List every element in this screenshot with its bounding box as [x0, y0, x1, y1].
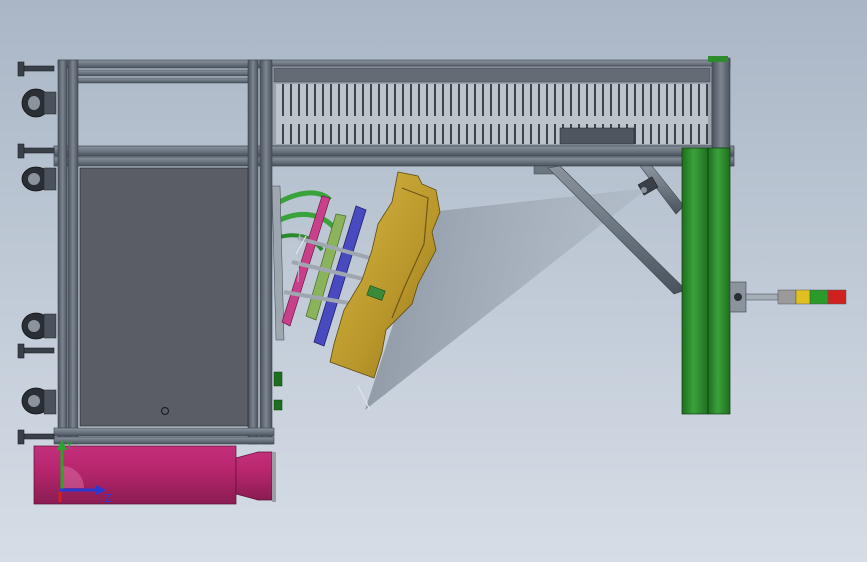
middle-post[interactable] [247, 59, 259, 445]
magenta-cylinder-nozzle[interactable] [235, 451, 273, 501]
mount-plate [271, 185, 285, 341]
green-column-right[interactable] [707, 147, 731, 415]
bracket-bolt-icon [734, 293, 742, 301]
housing-top-cover [273, 67, 711, 83]
z-axis-label: Z [104, 492, 112, 505]
right-top-post[interactable] [711, 57, 731, 149]
leveling-foot[interactable] [17, 61, 55, 445]
bottom-rail[interactable] [53, 427, 275, 437]
signal-tower-mount [745, 293, 779, 301]
control-button-1[interactable] [273, 371, 283, 387]
top-inner-rail-2[interactable] [77, 77, 249, 84]
sensor-box[interactable] [559, 127, 635, 145]
graphics-viewport[interactable]: Y Z [0, 0, 867, 562]
hose-2 [274, 211, 338, 232]
magenta-cylinder-flange [272, 452, 276, 502]
green-column-left[interactable] [681, 147, 709, 415]
left-post-outer[interactable] [57, 59, 68, 445]
left-post-inner[interactable] [67, 59, 79, 445]
main-horizontal-beam-lower[interactable] [53, 156, 735, 167]
cabinet-panel[interactable] [79, 167, 249, 427]
signal-tower[interactable] [777, 289, 847, 305]
control-button-2[interactable] [273, 399, 283, 411]
top-green-cap [708, 56, 728, 62]
assembly-model[interactable] [0, 0, 867, 562]
y-axis-label: Y [65, 439, 73, 452]
top-inner-rail[interactable] [77, 69, 249, 77]
locating-pin-2 [357, 385, 371, 411]
housing-slot-grille [276, 84, 708, 144]
main-horizontal-beam[interactable] [53, 145, 735, 157]
gripper-fixture[interactable] [271, 171, 441, 411]
middle-post-2[interactable] [259, 59, 273, 445]
coordinate-triad: Y Z [57, 439, 112, 505]
caster-wheel[interactable] [21, 88, 57, 415]
